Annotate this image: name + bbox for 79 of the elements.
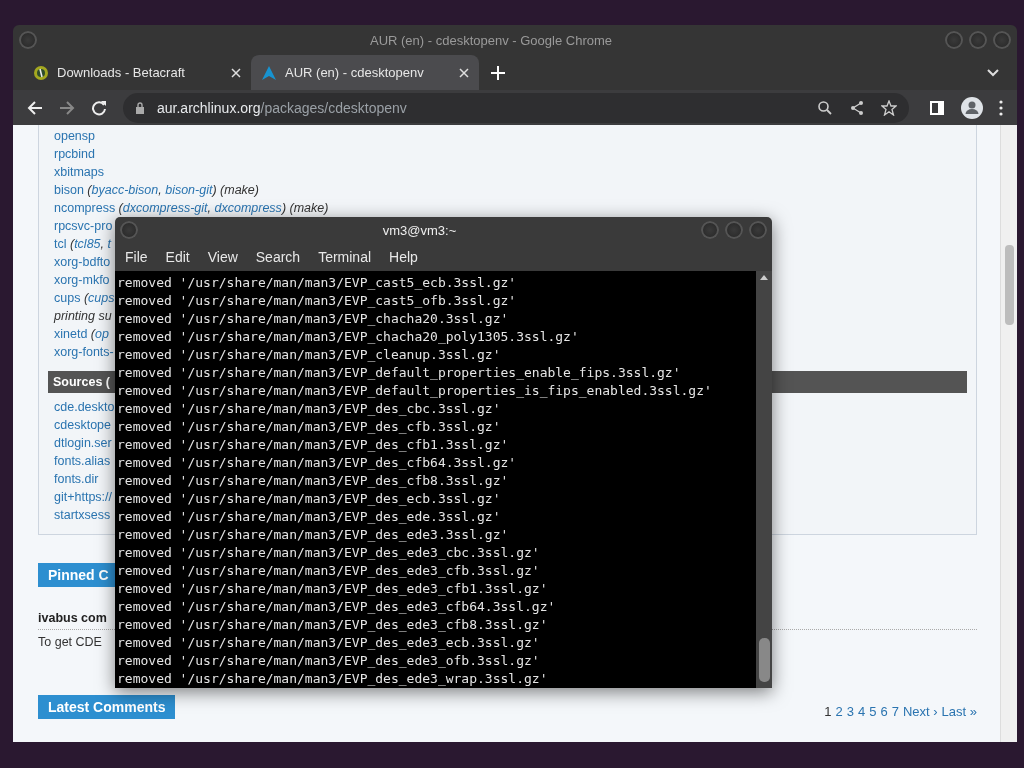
package-link[interactable]: xorg-mkfo	[54, 273, 110, 287]
chevron-down-icon[interactable]	[987, 68, 999, 77]
menu-item[interactable]: Help	[382, 249, 425, 265]
package-link[interactable]: xbitmaps	[54, 165, 105, 179]
package-link[interactable]: t	[107, 237, 111, 251]
share-icon[interactable]	[849, 99, 865, 116]
menu-item[interactable]: Search	[248, 249, 308, 265]
browser-tab[interactable]: AUR (en) - cdesktopenv	[251, 55, 479, 90]
package-link[interactable]: xinetd	[54, 327, 88, 341]
dependency-note: ,	[100, 237, 106, 251]
window-title: AUR (en) - cdesktopenv - Google Chrome	[368, 32, 613, 48]
package-link[interactable]: cups	[88, 291, 115, 305]
dependency-note: (	[89, 327, 95, 341]
package-link[interactable]: tcl85	[74, 237, 101, 251]
back-arrow-icon[interactable]	[27, 99, 43, 116]
forward-arrow-icon[interactable]	[59, 99, 75, 116]
last-page-link[interactable]: Last »	[941, 704, 977, 719]
source-link[interactable]: startxsess	[54, 506, 111, 524]
source-link[interactable]: fonts.dir	[54, 470, 99, 488]
leaf-emblem-icon	[33, 64, 49, 81]
source-link[interactable]: cdesktope	[54, 416, 111, 434]
source-link[interactable]: fonts.alias	[54, 452, 111, 470]
source-link[interactable]: cde.deskto	[54, 398, 115, 416]
package-link[interactable]: bison	[54, 183, 84, 197]
star-icon[interactable]	[881, 99, 897, 116]
profile-avatar-icon[interactable]	[961, 96, 983, 119]
package-link[interactable]: tcl	[54, 237, 67, 251]
scrollbar-thumb[interactable]	[758, 638, 770, 682]
side-panel-icon[interactable]	[929, 99, 945, 116]
page-number-link[interactable]: 5	[869, 704, 877, 719]
package-link[interactable]: xorg-bdfto	[54, 255, 111, 269]
url-text: aur.archlinux.org/packages/cdesktopenv	[157, 99, 407, 116]
menu-item[interactable]: View	[200, 249, 245, 265]
address-bar[interactable]: aur.archlinux.org/packages/cdesktopenv	[123, 92, 909, 123]
package-link[interactable]: dxcompress-git	[122, 201, 208, 215]
package-link[interactable]: xorg-fonts-	[54, 345, 114, 359]
dependency-note: (	[68, 237, 75, 251]
page-number-link[interactable]: 1	[824, 704, 832, 719]
close-icon[interactable]	[231, 67, 241, 78]
source-link[interactable]: git+https://	[54, 488, 113, 506]
scroll-up-arrow-icon[interactable]	[760, 275, 768, 280]
dependency-note: ) (make)	[212, 183, 259, 197]
window-title: vm3@vm3:~	[381, 222, 458, 238]
package-link[interactable]: cups	[54, 291, 81, 305]
package-link[interactable]: bison-git	[165, 183, 213, 197]
menu-icon[interactable]	[999, 99, 1003, 116]
menu-item[interactable]: Edit	[158, 249, 197, 265]
page-number-link[interactable]: 7	[891, 704, 899, 719]
scrollbar-thumb[interactable]	[1004, 245, 1014, 325]
lock-icon	[135, 101, 145, 114]
package-link[interactable]: op	[95, 327, 109, 341]
page-number-link[interactable]: 6	[880, 704, 888, 719]
reload-icon[interactable]	[91, 99, 107, 116]
browser-tab[interactable]: Downloads - Betacraft	[23, 55, 251, 90]
next-page-link[interactable]: Next ›	[902, 704, 938, 719]
page-number-link[interactable]: 3	[846, 704, 854, 719]
package-link[interactable]: ncompress	[54, 201, 116, 215]
dependency-note: ,	[158, 183, 163, 197]
close-icon[interactable]	[459, 67, 469, 78]
search-icon[interactable]	[817, 99, 833, 116]
triangle-logo-icon	[261, 64, 277, 81]
page-number-link[interactable]: 2	[835, 704, 843, 719]
dependency-note: printing su	[54, 309, 112, 323]
package-link[interactable]: opensp	[54, 129, 95, 143]
dependency-note: (	[82, 291, 89, 305]
package-link[interactable]: rpcsvc-pro	[54, 219, 113, 233]
source-link[interactable]: dtlogin.ser	[54, 434, 112, 452]
comment-text: To get CDE	[38, 634, 102, 651]
dependency-note: ) (make)	[281, 201, 329, 215]
dependency-note: (	[86, 183, 92, 197]
page-number-link[interactable]: 4	[857, 704, 866, 719]
menu-item[interactable]: Terminal	[311, 249, 379, 265]
dependency-note: (	[117, 201, 123, 215]
new-tab-icon[interactable]	[491, 65, 505, 80]
package-link[interactable]: rpcbind	[54, 147, 95, 161]
menu-item[interactable]: File	[118, 249, 155, 265]
package-link[interactable]: dxcompress	[214, 201, 282, 215]
dependency-note: ,	[207, 201, 212, 215]
latest-comments-heading: Latest Comments	[38, 695, 176, 719]
